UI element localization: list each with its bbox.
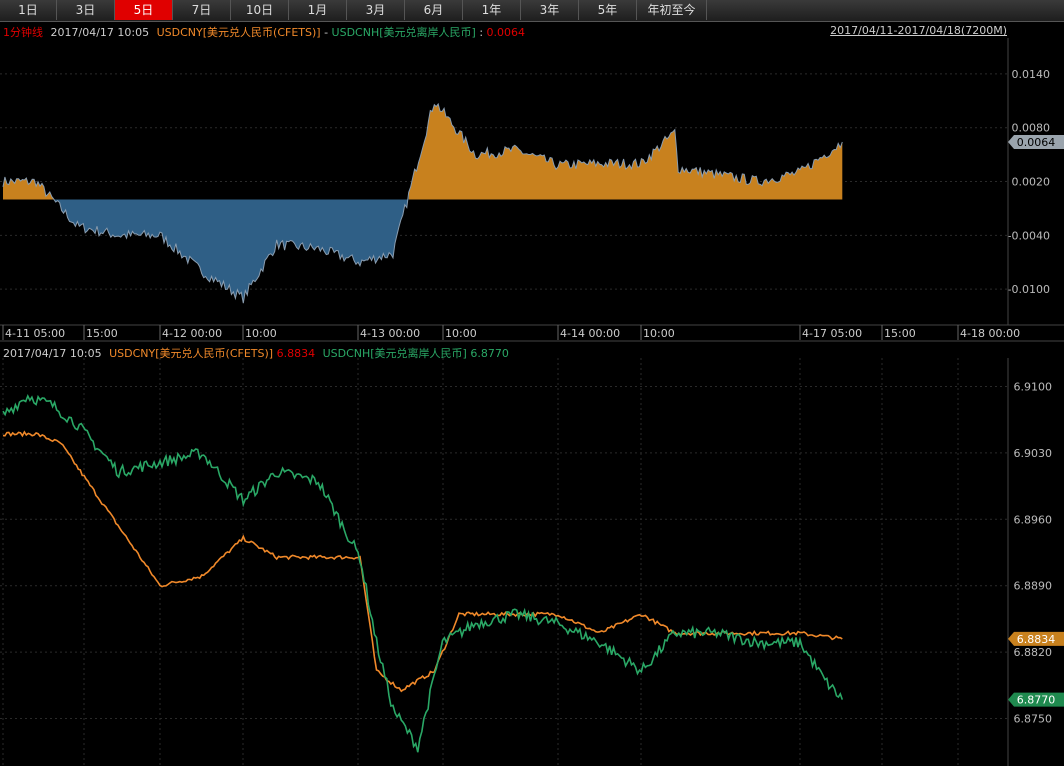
series-line-usdcnh — [2, 393, 844, 753]
y-tick-bottom: 6.9100 — [1014, 380, 1053, 393]
x-tick-label: 4-14 00:00 — [560, 327, 620, 340]
y-tick-bottom: 6.8960 — [1014, 513, 1053, 526]
x-tick-label: 10:00 — [245, 327, 277, 340]
y-tick-top: 0.0020 — [1012, 176, 1051, 189]
x-tick-label: 15:00 — [86, 327, 118, 340]
x-tick-label: 10:00 — [445, 327, 477, 340]
y-tick-bottom: 6.8820 — [1014, 646, 1053, 659]
last-value-label-bottom: 6.8770 — [1017, 694, 1056, 707]
y-tick-top: -0.0100 — [1008, 283, 1050, 296]
x-tick-label: 10:00 — [643, 327, 675, 340]
y-tick-top: -0.0040 — [1008, 229, 1050, 242]
charts-canvas[interactable]: 0.0140 0.0080 0.0020 -0.0040 -0.0100 0.0064 4-… — [0, 0, 1064, 766]
y-tick-top: 0.0140 — [1012, 68, 1051, 81]
x-tick-label: 4-13 00:00 — [360, 327, 420, 340]
x-tick-label: 4-11 05:00 — [5, 327, 65, 340]
last-value-label-bottom: 6.8834 — [1017, 633, 1056, 646]
x-tick-label: 15:00 — [884, 327, 916, 340]
y-tick-bottom: 6.9030 — [1014, 447, 1053, 460]
x-tick-label: 4-17 05:00 — [802, 327, 862, 340]
x-tick-label: 4-12 00:00 — [162, 327, 222, 340]
spread-negative-area — [53, 192, 409, 304]
y-tick-bottom: 6.8750 — [1014, 713, 1053, 726]
spread-positive-area — [3, 104, 843, 200]
x-tick-label: 4-18 00:00 — [960, 327, 1020, 340]
y-tick-top: 0.0080 — [1012, 122, 1051, 135]
y-tick-bottom: 6.8890 — [1014, 580, 1053, 593]
last-value-label-top: 0.0064 — [1017, 136, 1056, 149]
